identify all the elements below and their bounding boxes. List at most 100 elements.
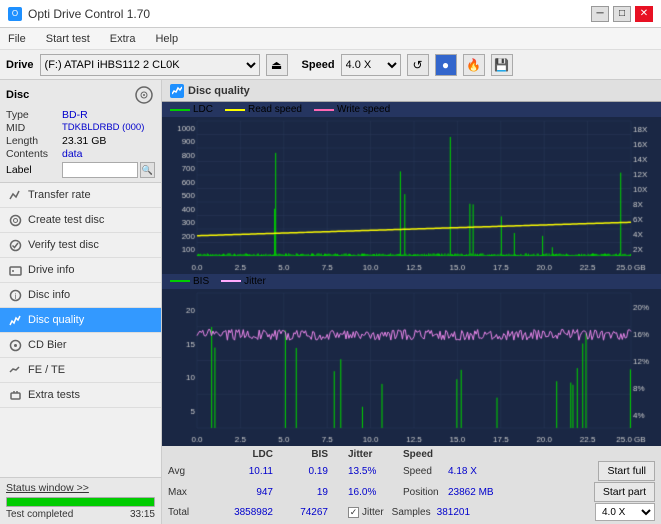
nav-create-test-disc[interactable]: Create test disc xyxy=(0,208,161,233)
nav-verify-test-disc[interactable]: Verify test disc xyxy=(0,233,161,258)
menu-file[interactable]: File xyxy=(4,32,30,46)
drive-info-icon xyxy=(8,263,22,277)
disc-type-value: BD-R xyxy=(62,109,88,121)
nav-create-test-disc-label: Create test disc xyxy=(28,214,104,226)
stats-avg-label: Avg xyxy=(168,466,208,477)
disc-icon xyxy=(133,84,155,106)
right-panel: Disc quality LDC Read speed Write speed xyxy=(162,80,661,524)
start-full-button[interactable]: Start full xyxy=(598,461,655,481)
stats-header-bis: BIS xyxy=(273,449,328,460)
stats-total-ldc: 3858982 xyxy=(208,507,273,518)
stats-samples-value: 381201 xyxy=(437,507,502,518)
jitter-checkbox[interactable] xyxy=(348,507,359,518)
speed-label: Speed xyxy=(302,59,335,71)
refresh-button[interactable]: ↺ xyxy=(407,54,429,76)
legend-read: Read speed xyxy=(225,104,302,115)
disc-type-row: Type BD-R xyxy=(6,109,155,121)
settings-button[interactable]: ● xyxy=(435,54,457,76)
disc-mid-value: TDKBLDRBD (000) xyxy=(62,122,144,134)
titlebar: O Opti Drive Control 1.70 ─ □ ✕ xyxy=(0,0,661,28)
stats-samples-label: Samples xyxy=(392,507,437,518)
disc-type-label: Type xyxy=(6,109,62,121)
stats-speed-label: Speed xyxy=(403,466,448,477)
stats-avg-jitter: 13.5% xyxy=(348,466,403,477)
nav-transfer-rate-label: Transfer rate xyxy=(28,189,91,201)
minimize-button[interactable]: ─ xyxy=(591,6,609,22)
nav-disc-quality-label: Disc quality xyxy=(28,314,84,326)
stats-bottom: LDC BIS Jitter Speed Avg 10.11 0.19 13.5… xyxy=(162,445,661,524)
nav-cd-bier-label: CD Bier xyxy=(28,339,67,351)
disc-label-input[interactable] xyxy=(62,162,138,178)
stats-speed-value: 4.18 X xyxy=(448,466,503,477)
stats-total-row: Total 3858982 74267 Jitter Samples 38120… xyxy=(168,503,655,521)
disc-quality-title: Disc quality xyxy=(188,85,250,97)
menu-extra[interactable]: Extra xyxy=(106,32,140,46)
legend-bis: BIS xyxy=(170,276,209,287)
stats-max-jitter: 16.0% xyxy=(348,487,403,498)
disc-title: Disc xyxy=(6,89,29,101)
progress-bar-container xyxy=(6,497,155,507)
stats-avg-row: Avg 10.11 0.19 13.5% Speed 4.18 X Start … xyxy=(168,461,655,481)
nav-items: Transfer rate Create test disc Verify te… xyxy=(0,183,161,477)
status-text: Test completed xyxy=(6,509,73,520)
burn-button[interactable]: 🔥 xyxy=(463,54,485,76)
status-window-button[interactable]: Status window >> xyxy=(6,482,89,494)
legend-read-label: Read speed xyxy=(248,104,302,115)
disc-header: Disc xyxy=(6,84,155,106)
stats-max-bis: 19 xyxy=(273,487,328,498)
nav-disc-info[interactable]: i Disc info xyxy=(0,283,161,308)
disc-length-value: 23.31 GB xyxy=(62,135,106,147)
chart1 xyxy=(162,117,661,274)
nav-disc-quality[interactable]: Disc quality xyxy=(0,308,161,333)
stats-header-speed: Speed xyxy=(403,449,448,460)
legend-write-label: Write speed xyxy=(337,104,390,115)
disc-info-icon: i xyxy=(8,288,22,302)
disc-mid-label: MID xyxy=(6,122,62,134)
stats-avg-bis: 0.19 xyxy=(273,466,328,477)
chart2 xyxy=(162,289,661,446)
maximize-button[interactable]: □ xyxy=(613,6,631,22)
nav-cd-bier[interactable]: CD Bier xyxy=(0,333,161,358)
disc-quality-icon xyxy=(8,313,22,327)
status-time: 33:15 xyxy=(130,509,155,520)
disc-label-key: Label xyxy=(6,164,62,176)
disc-svg-icon xyxy=(135,86,153,104)
svg-text:i: i xyxy=(14,292,16,301)
chart2-legend: BIS Jitter xyxy=(162,274,661,289)
stats-max-label: Max xyxy=(168,487,208,498)
disc-contents-label: Contents xyxy=(6,148,62,160)
disc-label-search-button[interactable]: 🔍 xyxy=(140,162,155,178)
nav-extra-tests[interactable]: Extra tests xyxy=(0,383,161,408)
stats-header-row: LDC BIS Jitter Speed xyxy=(168,449,655,460)
start-part-button[interactable]: Start part xyxy=(594,482,655,502)
menu-help[interactable]: Help xyxy=(151,32,182,46)
stats-header-ldc: LDC xyxy=(208,449,273,460)
close-button[interactable]: ✕ xyxy=(635,6,653,22)
nav-fe-te[interactable]: FE / TE xyxy=(0,358,161,383)
extra-tests-icon xyxy=(8,388,22,402)
read-line-sample xyxy=(225,109,245,111)
menubar: File Start test Extra Help xyxy=(0,28,661,50)
disc-contents-row: Contents data xyxy=(6,148,155,160)
legend-write: Write speed xyxy=(314,104,390,115)
menu-starttest[interactable]: Start test xyxy=(42,32,94,46)
nav-fe-te-label: FE / TE xyxy=(28,364,65,376)
nav-verify-test-disc-label: Verify test disc xyxy=(28,239,99,251)
speed-bottom-select[interactable]: 4.0 X xyxy=(595,503,655,521)
status-row: Test completed 33:15 xyxy=(6,509,155,520)
drive-select[interactable]: (F:) ATAPI iHBS112 2 CL0K xyxy=(40,54,260,76)
speed-select-toolbar[interactable]: 4.0 X xyxy=(341,54,401,76)
status-section: Status window >> Test completed 33:15 xyxy=(0,477,161,524)
nav-drive-info[interactable]: Drive info xyxy=(0,258,161,283)
left-panel: Disc Type BD-R MID TDKBLDRBD (000) Leng xyxy=(0,80,162,524)
legend-jitter: Jitter xyxy=(221,276,266,287)
nav-extra-tests-label: Extra tests xyxy=(28,389,80,401)
main-area: Disc Type BD-R MID TDKBLDRBD (000) Leng xyxy=(0,80,661,524)
stats-max-row: Max 947 19 16.0% Position 23862 MB Start… xyxy=(168,482,655,502)
eject-button[interactable]: ⏏ xyxy=(266,54,288,76)
nav-transfer-rate[interactable]: Transfer rate xyxy=(0,183,161,208)
disc-mid-row: MID TDKBLDRBD (000) xyxy=(6,122,155,134)
save-button[interactable]: 💾 xyxy=(491,54,513,76)
app-icon: O xyxy=(8,7,22,21)
legend-bis-label: BIS xyxy=(193,276,209,287)
